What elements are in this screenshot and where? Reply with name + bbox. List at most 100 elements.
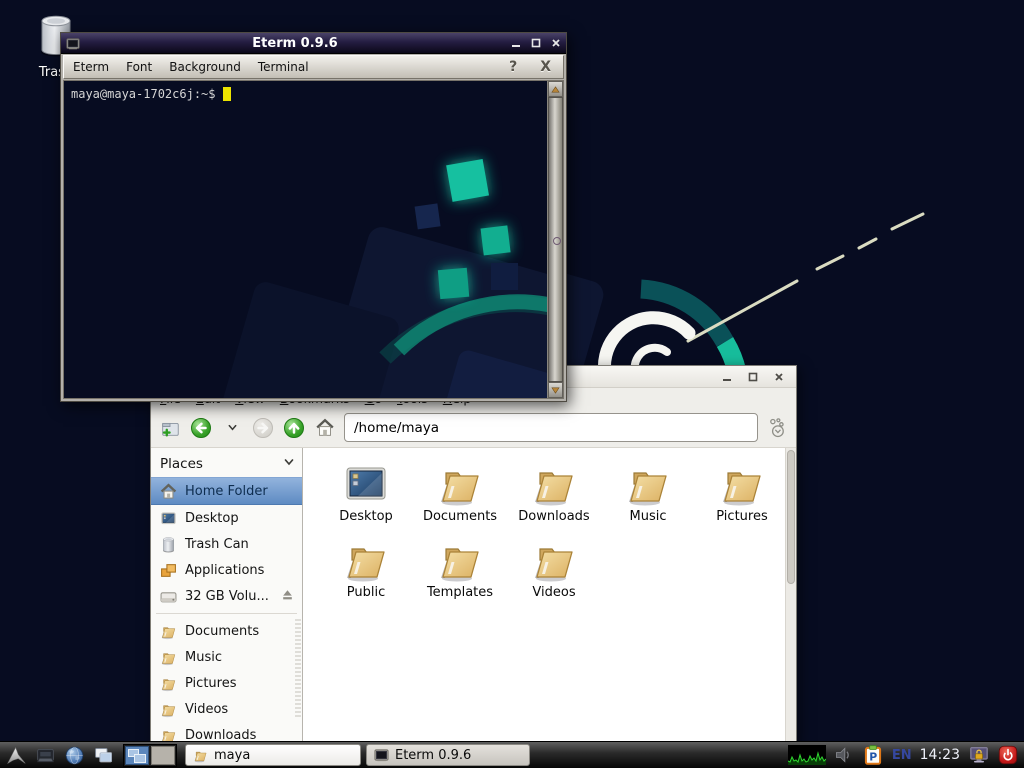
- cpu-monitor-graph[interactable]: [788, 745, 826, 765]
- workspace-pager: [123, 744, 177, 767]
- view-scrollbar-thumb[interactable]: [787, 450, 795, 584]
- sidebar-item-volume[interactable]: 32 GB Volu...: [151, 583, 302, 609]
- chevron-down-icon: [283, 456, 295, 472]
- applications-menu-button[interactable]: [4, 743, 28, 767]
- menubar-close-button[interactable]: X: [537, 59, 554, 75]
- scrollbar-thumb[interactable]: [548, 97, 563, 382]
- lock-screen-button[interactable]: [968, 745, 989, 766]
- file-item-label: Videos: [532, 585, 575, 600]
- sidebar-item-music[interactable]: Music: [151, 644, 302, 670]
- web-browser-launcher[interactable]: [62, 743, 86, 767]
- menu-font[interactable]: Font: [126, 60, 152, 74]
- history-dropdown-button[interactable]: [220, 416, 244, 440]
- file-item-label: Templates: [427, 585, 493, 600]
- sidebar-scrollbar[interactable]: [295, 619, 301, 719]
- maximize-button[interactable]: [530, 38, 541, 49]
- file-item-label: Pictures: [716, 509, 767, 524]
- applications-icon: [160, 562, 177, 579]
- file-manager-launcher[interactable]: [33, 743, 57, 767]
- keyboard-layout-indicator[interactable]: EN: [892, 748, 912, 763]
- terminal-output[interactable]: maya@maya-1702c6j:~$: [64, 81, 547, 398]
- places-header[interactable]: Places: [151, 451, 302, 477]
- file-item-label: Desktop: [339, 509, 393, 524]
- up-button[interactable]: [282, 416, 306, 440]
- file-manager-window: File Edit View Bookmarks Go Tools Help P…: [150, 365, 797, 744]
- maximize-button[interactable]: [747, 371, 758, 382]
- eject-button[interactable]: [280, 587, 295, 606]
- close-button[interactable]: [550, 38, 561, 49]
- taskbar: maya Eterm 0.9.6 EN 14:23: [0, 741, 1024, 768]
- window-title: Eterm 0.9.6: [80, 36, 510, 51]
- folder-icon: [436, 460, 484, 508]
- workspace-1[interactable]: [125, 746, 149, 765]
- file-item-documents[interactable]: Documents: [413, 460, 507, 534]
- minimize-button[interactable]: [510, 38, 521, 49]
- folder-icon: [160, 701, 177, 718]
- sidebar-item-label: Pictures: [185, 676, 236, 691]
- sidebar-item-applications[interactable]: Applications: [151, 557, 302, 583]
- scroll-up-button[interactable]: [548, 81, 563, 97]
- sidebar-item-pictures[interactable]: Pictures: [151, 670, 302, 696]
- task-button-eterm[interactable]: Eterm 0.9.6: [366, 744, 530, 766]
- eterm-window: Eterm 0.9.6 Eterm Font Background Termin…: [60, 32, 567, 402]
- sidebar-item-label: Applications: [185, 563, 264, 578]
- file-item-videos[interactable]: Videos: [507, 536, 601, 610]
- eterm-titlebar[interactable]: Eterm 0.9.6: [61, 33, 566, 54]
- file-item-label: Public: [347, 585, 385, 600]
- file-item-pictures[interactable]: Pictures: [695, 460, 789, 534]
- sidebar-item-trash-can[interactable]: Trash Can: [151, 531, 302, 557]
- folder-icon: [624, 460, 672, 508]
- sidebar-separator: [156, 613, 297, 614]
- jump-to-button[interactable]: [765, 416, 789, 440]
- home-button[interactable]: [313, 416, 337, 440]
- clock[interactable]: 14:23: [920, 747, 960, 763]
- show-desktop-button[interactable]: [91, 743, 115, 767]
- help-button[interactable]: ?: [506, 59, 520, 75]
- file-item-label: Documents: [423, 509, 497, 524]
- computer-screen-icon: [342, 460, 390, 508]
- forward-button[interactable]: [251, 416, 275, 440]
- file-icon-view[interactable]: Desktop Documents Downloads Music Pictur…: [303, 448, 796, 743]
- file-item-label: Music: [630, 509, 667, 524]
- places-sidebar: Places Home Folder Desktop Trash Can App…: [151, 448, 303, 743]
- sidebar-item-downloads[interactable]: Downloads: [151, 722, 302, 743]
- workspace-2[interactable]: [151, 746, 175, 765]
- sidebar-item-documents[interactable]: Documents: [151, 618, 302, 644]
- menu-eterm[interactable]: Eterm: [73, 60, 109, 74]
- file-item-desktop[interactable]: Desktop: [319, 460, 413, 534]
- close-button[interactable]: [773, 371, 784, 382]
- volume-icon[interactable]: [834, 745, 855, 766]
- home-icon: [160, 483, 177, 500]
- sidebar-item-label: Trash Can: [185, 537, 249, 552]
- clipboard-manager-icon[interactable]: [863, 745, 884, 766]
- view-scrollbar[interactable]: [785, 448, 796, 743]
- desktop-icon: [160, 510, 177, 527]
- menu-background[interactable]: Background: [169, 60, 241, 74]
- file-item-downloads[interactable]: Downloads: [507, 460, 601, 534]
- terminal-scrollbar[interactable]: [547, 81, 563, 398]
- folder-icon: [160, 623, 177, 640]
- new-tab-button[interactable]: [158, 416, 182, 440]
- folder-icon: [342, 536, 390, 584]
- folder-icon: [160, 649, 177, 666]
- scroll-down-button[interactable]: [548, 382, 563, 398]
- sidebar-item-videos[interactable]: Videos: [151, 696, 302, 722]
- address-bar[interactable]: [344, 413, 758, 442]
- terminal-cursor: [223, 87, 231, 101]
- file-item-music[interactable]: Music: [601, 460, 695, 534]
- sidebar-item-home-folder[interactable]: Home Folder: [151, 477, 302, 505]
- terminal-icon: [66, 36, 80, 50]
- eterm-menubar: Eterm Font Background Terminal ? X: [63, 55, 564, 79]
- menu-terminal[interactable]: Terminal: [258, 60, 309, 74]
- task-button-maya[interactable]: maya: [185, 744, 361, 766]
- workspace-window: [134, 754, 146, 763]
- file-item-public[interactable]: Public: [319, 536, 413, 610]
- sidebar-item-label: 32 GB Volu...: [185, 589, 269, 604]
- file-item-templates[interactable]: Templates: [413, 536, 507, 610]
- terminal-transparency-background: [64, 81, 547, 398]
- power-button[interactable]: [997, 745, 1018, 766]
- sidebar-item-desktop[interactable]: Desktop: [151, 505, 302, 531]
- minimize-button[interactable]: [721, 371, 732, 382]
- task-button-label: maya: [214, 748, 250, 763]
- back-button[interactable]: [189, 416, 213, 440]
